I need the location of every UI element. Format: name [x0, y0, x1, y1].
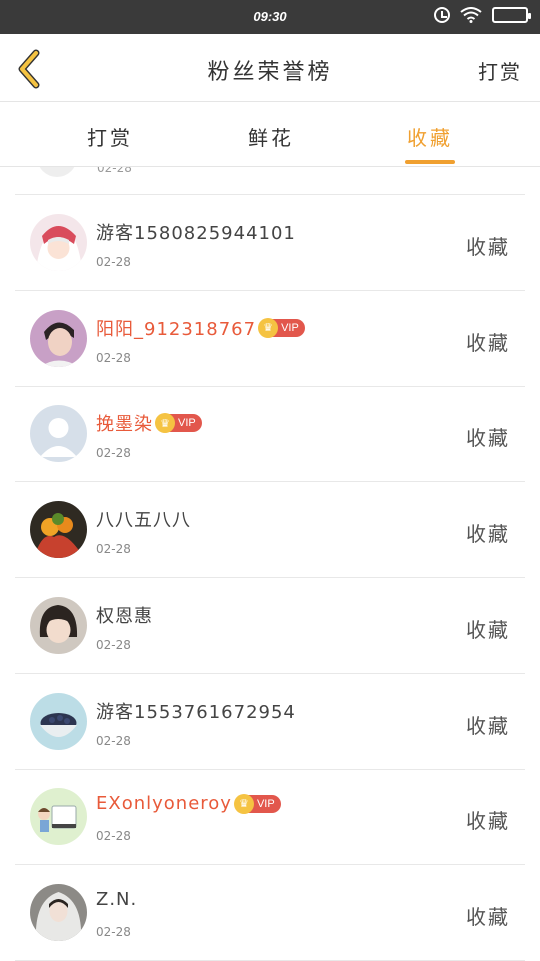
fan-name[interactable]: 阳阳_912318767	[96, 315, 256, 341]
status-bar: 4G 2G 09:30	[0, 0, 540, 98]
fan-date: 02-28	[96, 255, 131, 269]
piano-illustration-avatar[interactable]	[30, 788, 87, 846]
gift-type-label: 收藏	[466, 235, 510, 259]
avatar	[37, 167, 77, 177]
crown-icon: ♛	[233, 793, 254, 814]
wifi-icon	[460, 7, 482, 23]
list-item[interactable]: 游客1580825944101 02-28 收藏	[15, 195, 525, 291]
fan-date: 02-28	[97, 167, 132, 175]
vip-label: VIP	[256, 797, 275, 810]
battery-icon	[492, 7, 531, 23]
gift-type-label: 收藏	[466, 330, 510, 355]
tab-reward[interactable]: 打赏	[87, 122, 133, 151]
list-item[interactable]: 阳阳_912318767 ♛ VIP 02-28 收藏	[15, 291, 525, 387]
default-user-avatar[interactable]	[30, 405, 87, 463]
fan-name[interactable]: 游客1553761672954	[96, 698, 296, 724]
name-line: 挽墨染 ♛ VIP	[96, 410, 202, 436]
fan-date: 02-28	[96, 446, 131, 461]
list-item[interactable]: EXonlyoneroy ♛ VIP 02-28 收藏	[15, 769, 525, 866]
vip-badge: ♛ VIP	[233, 793, 281, 814]
fan-date: 02-28	[96, 924, 131, 939]
gift-type-label: 收藏	[466, 426, 510, 451]
vip-badge: ♛ VIP	[258, 317, 305, 338]
name-line: 游客1580825944101	[96, 219, 296, 245]
fan-date: 02-28	[96, 829, 131, 844]
young-man-avatar[interactable]	[30, 309, 87, 367]
list-item[interactable]: Z.N. 02-28 收藏	[15, 865, 525, 961]
name-line: EXonlyoneroy ♛ VIP	[96, 793, 281, 814]
name-line: 游客1553761672954	[96, 698, 296, 724]
crown-icon: ♛	[155, 413, 175, 434]
fan-name[interactable]: 权恩惠	[96, 602, 153, 628]
tab-favorites[interactable]: 收藏	[407, 122, 453, 151]
vip-label: VIP	[281, 321, 299, 334]
gift-type-label: 收藏	[466, 522, 510, 547]
vip-label: VIP	[178, 417, 196, 430]
fan-name[interactable]: EXonlyoneroy	[96, 793, 232, 814]
gift-type-label: 收藏	[466, 617, 510, 642]
reward-button[interactable]: 打赏	[478, 56, 522, 85]
list-item[interactable]: 八八五八八 02-28 收藏	[15, 482, 525, 579]
fan-date: 02-28	[96, 350, 131, 365]
anime-girl-avatar[interactable]	[30, 214, 87, 271]
name-line: 阳阳_912318767 ♛ VIP	[96, 315, 305, 341]
fruit-hands-avatar[interactable]	[30, 501, 87, 559]
fan-name[interactable]: 八八五八八	[96, 506, 191, 532]
vip-badge: ♛ VIP	[155, 413, 202, 434]
name-line: 八八五八八	[96, 506, 191, 532]
fan-name[interactable]: 游客1580825944101	[96, 219, 296, 245]
gift-type-label: 收藏	[466, 904, 510, 929]
fan-name[interactable]: 挽墨染	[96, 410, 153, 436]
name-line: Z.N.	[96, 889, 137, 910]
gift-type-label: 收藏	[466, 713, 510, 738]
list-item[interactable]: 挽墨染 ♛ VIP 02-28 收藏	[15, 386, 525, 483]
bride-veil-avatar[interactable]	[30, 883, 87, 941]
blueberry-bowl-avatar[interactable]	[30, 692, 87, 750]
girl-bangs-avatar[interactable]	[30, 596, 87, 654]
fan-name[interactable]: Z.N.	[96, 889, 137, 910]
active-tab-indicator	[405, 160, 455, 164]
tab-bar: 打赏 鲜花 收藏	[0, 102, 540, 167]
alarm-icon	[434, 7, 450, 23]
app-header: 粉丝荣誉榜 打赏	[0, 34, 540, 102]
list-item[interactable]: 权恩惠 02-28 收藏	[15, 578, 525, 674]
tab-flowers[interactable]: 鲜花	[248, 122, 294, 151]
name-line: 权恩惠	[96, 602, 153, 628]
gift-type-label: 收藏	[466, 809, 510, 834]
fan-date: 02-28	[96, 733, 131, 748]
fan-date: 02-28	[96, 637, 131, 652]
fan-date: 02-28	[96, 542, 131, 557]
list-item[interactable]: 02-28	[15, 167, 525, 195]
list-item[interactable]: 游客1553761672954 02-28 收藏	[15, 674, 525, 770]
crown-icon: ♛	[258, 317, 279, 338]
page-title: 粉丝荣誉榜	[207, 60, 333, 85]
